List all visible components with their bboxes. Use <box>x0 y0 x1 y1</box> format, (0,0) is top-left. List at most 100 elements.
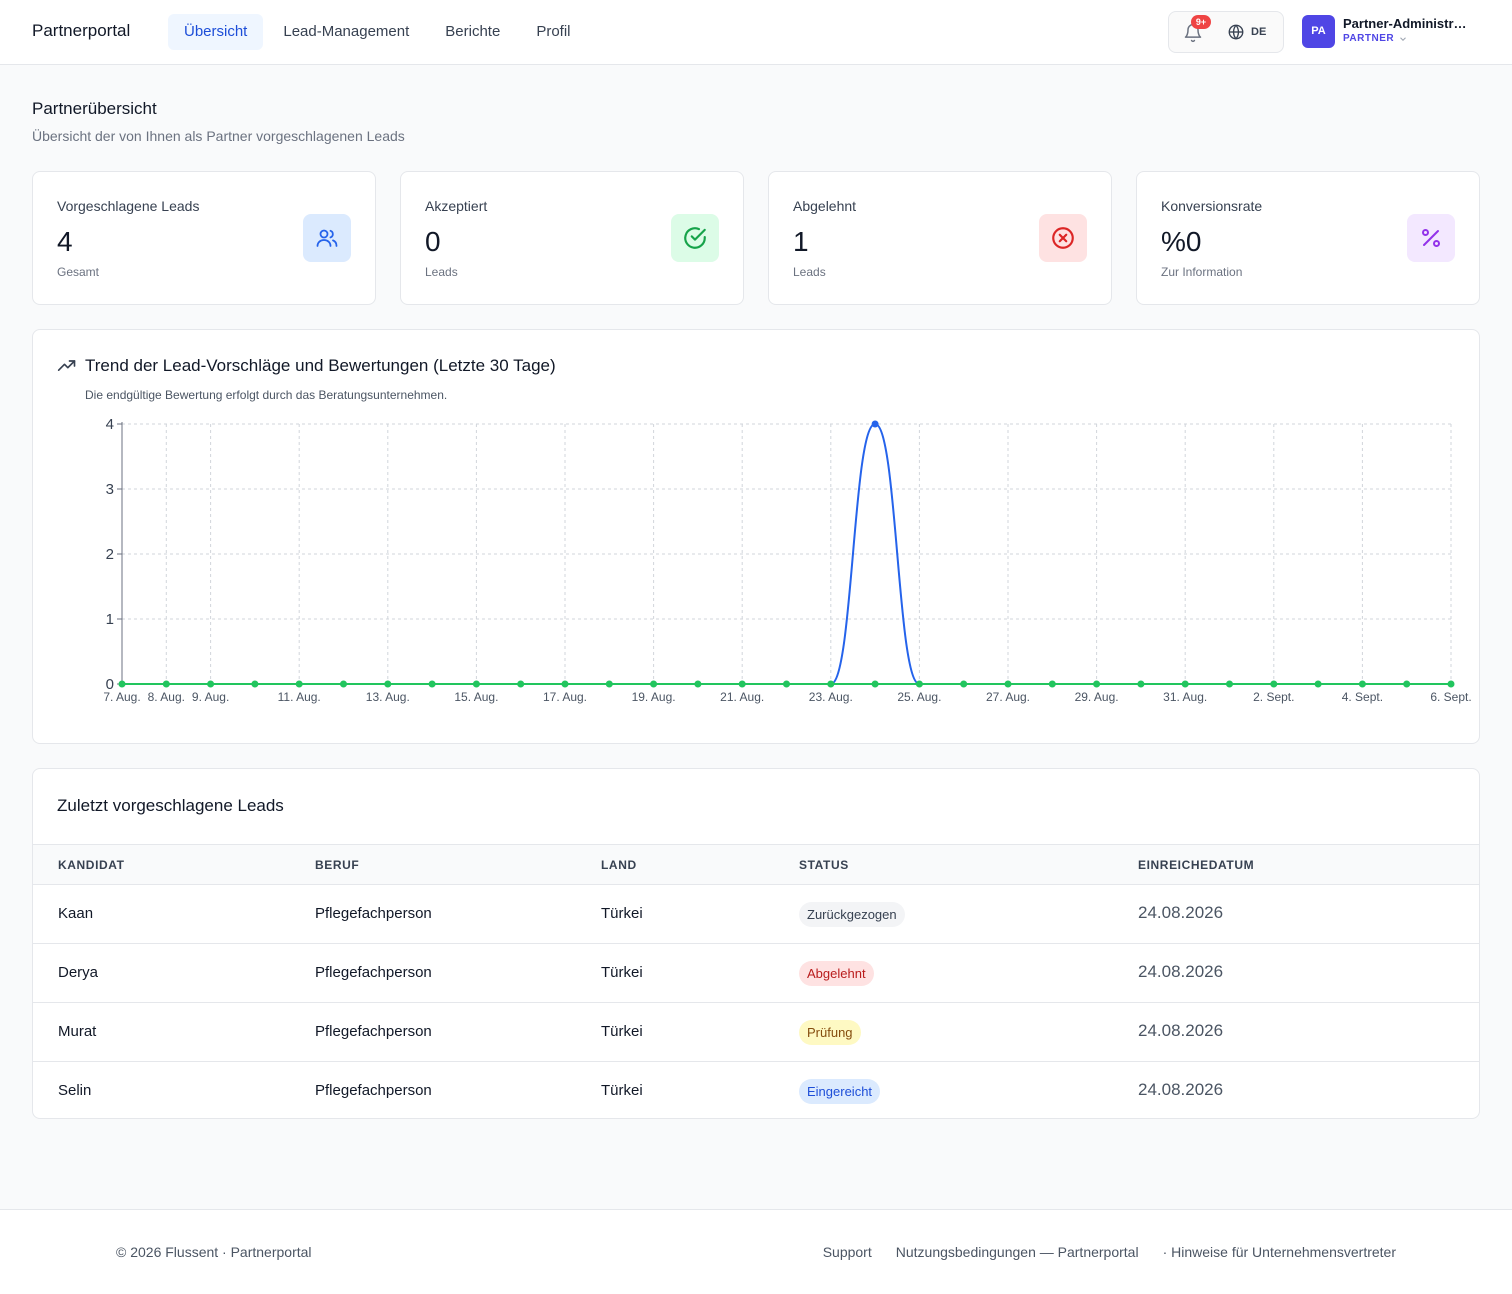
recent-leads-panel: Zuletzt vorgeschlagene Leads KANDIDAT BE… <box>32 768 1480 1119</box>
nav-tab-lead-management[interactable]: Lead-Management <box>267 14 425 50</box>
stat-label: Vorgeschlagene Leads <box>57 198 200 214</box>
stat-card-rejected: Abgelehnt 1 Leads <box>768 171 1112 305</box>
column-header-submission-date[interactable]: EINREICHEDATUM <box>1138 858 1254 872</box>
x-tick-label: 8. Aug. <box>148 690 185 704</box>
main-nav: Übersicht Lead-Management Berichte Profi… <box>168 14 587 50</box>
stat-label: Abgelehnt <box>793 198 857 214</box>
user-name: Partner-Administrator <box>1343 16 1473 31</box>
cell-submission-date: 24.08.2026 <box>1138 903 1224 922</box>
table-row[interactable]: Derya Pflegefachperson Türkei Abgelehnt … <box>33 944 1479 1003</box>
language-switcher[interactable]: DE <box>1227 23 1266 41</box>
cell-candidate: Murat <box>58 1023 97 1040</box>
table-row[interactable]: Kaan Pflegefachperson Türkei Zurückgezog… <box>33 885 1479 944</box>
stat-label: Konversionsrate <box>1161 198 1263 214</box>
data-point <box>1226 680 1233 688</box>
x-tick-label: 9. Aug. <box>192 690 229 704</box>
recent-leads-title: Zuletzt vorgeschlagene Leads <box>57 796 284 815</box>
stat-label: Akzeptiert <box>425 198 488 214</box>
data-point <box>428 680 436 688</box>
x-tick-label: 6. Sept. <box>1430 690 1471 704</box>
data-point <box>871 420 879 428</box>
footer-links: Support Nutzungsbedingungen — Partnerpor… <box>823 1244 1396 1260</box>
language-code: DE <box>1251 26 1267 38</box>
brand-title[interactable]: Partnerportal <box>32 21 130 41</box>
data-point <box>1004 680 1012 688</box>
data-point <box>384 680 392 688</box>
x-tick-label: 13. Aug. <box>366 690 410 704</box>
footer-link-representative-notes[interactable]: · Hinweise für Unternehmensvertreter <box>1163 1244 1396 1260</box>
trend-line-chart: 012347. Aug. 8. Aug. 9. Aug. 11. Aug. 13. Au… <box>103 416 1471 704</box>
data-point <box>1137 680 1145 688</box>
nav-tab-reports[interactable]: Berichte <box>429 14 516 50</box>
stat-card-accepted: Akzeptiert 0 Leads <box>400 171 744 305</box>
percent-icon <box>1407 214 1455 262</box>
column-header-country[interactable]: LAND <box>601 858 637 872</box>
table-row[interactable]: Selin Pflegefachperson Türkei Eingereich… <box>33 1062 1479 1118</box>
x-tick-label: 17. Aug. <box>543 690 587 704</box>
chevron-down-icon <box>1400 36 1406 41</box>
nav-tab-overview[interactable]: Übersicht <box>168 14 264 50</box>
table-row[interactable]: Murat Pflegefachperson Türkei Prüfung 24… <box>33 1003 1479 1062</box>
data-point <box>605 680 613 688</box>
stat-card-proposed-leads: Vorgeschlagene Leads 4 Gesamt <box>32 171 376 305</box>
cell-profession: Pflegefachperson <box>315 1082 432 1099</box>
cell-submission-date: 24.08.2026 <box>1138 1021 1224 1040</box>
column-header-status[interactable]: STATUS <box>799 858 849 872</box>
page-subtitle: Übersicht der von Ihnen als Partner vorg… <box>32 128 405 144</box>
data-point <box>694 680 702 688</box>
cell-country: Türkei <box>601 1082 643 1099</box>
data-point <box>738 680 746 688</box>
cell-submission-date: 24.08.2026 <box>1138 1080 1224 1099</box>
stat-note: Leads <box>793 265 826 279</box>
nav-tab-profile[interactable]: Profil <box>520 14 586 50</box>
trend-chart-panel: Trend der Lead-Vorschläge und Bewertunge… <box>32 329 1480 744</box>
column-header-candidate[interactable]: KANDIDAT <box>58 858 125 872</box>
stat-value: %0 <box>1161 226 1202 257</box>
y-tick-label: 4 <box>106 416 114 433</box>
status-badge: Prüfung <box>799 1020 861 1045</box>
user-role-label: PARTNER <box>1343 33 1395 44</box>
data-point <box>1403 680 1411 688</box>
cell-country: Türkei <box>601 905 643 922</box>
stat-card-conversion-rate: Konversionsrate %0 Zur Information <box>1136 171 1480 305</box>
data-point <box>1358 680 1366 688</box>
status-badge: Abgelehnt <box>799 961 874 986</box>
cell-country: Türkei <box>601 1023 643 1040</box>
cell-candidate: Kaan <box>58 905 94 922</box>
stat-value: 0 <box>425 226 441 257</box>
stat-note: Zur Information <box>1161 265 1243 279</box>
data-point <box>827 680 835 688</box>
page-footer: © 2026 Flussent · Partnerportal Support … <box>0 1209 1512 1294</box>
status-badge: Zurückgezogen <box>799 902 905 927</box>
x-circle-icon <box>1039 214 1087 262</box>
notifications-count-badge: 9+ <box>1191 15 1211 29</box>
x-tick-label: 29. Aug. <box>1075 690 1119 704</box>
x-tick-label: 19. Aug. <box>632 690 676 704</box>
globe-icon <box>1228 24 1244 40</box>
stat-note: Gesamt <box>57 265 100 279</box>
x-tick-label: 21. Aug. <box>720 690 764 704</box>
stat-note: Leads <box>425 265 458 279</box>
users-icon <box>303 214 351 262</box>
x-tick-label: 25. Aug. <box>897 690 941 704</box>
data-point <box>1447 680 1455 688</box>
footer-link-terms[interactable]: Nutzungsbedingungen — Partnerportal <box>896 1244 1139 1260</box>
x-tick-label: 4. Sept. <box>1342 690 1383 704</box>
cell-country: Türkei <box>601 964 643 981</box>
cell-profession: Pflegefachperson <box>315 905 432 922</box>
data-point <box>871 680 879 688</box>
page-title: Partnerübersicht <box>32 99 157 118</box>
data-point <box>650 680 658 688</box>
data-point <box>1048 680 1056 688</box>
cell-candidate: Derya <box>58 964 99 981</box>
cell-candidate: Selin <box>58 1082 92 1099</box>
x-tick-label: 23. Aug. <box>809 690 853 704</box>
cell-profession: Pflegefachperson <box>315 964 432 981</box>
data-point <box>915 680 923 688</box>
user-menu[interactable]: PA Partner-Administrator PARTNER <box>1302 15 1502 49</box>
data-point <box>517 680 525 688</box>
column-header-profession[interactable]: BERUF <box>315 858 359 872</box>
footer-link-support[interactable]: Support <box>823 1244 872 1260</box>
x-tick-label: 27. Aug. <box>986 690 1030 704</box>
stat-value: 4 <box>57 226 73 257</box>
